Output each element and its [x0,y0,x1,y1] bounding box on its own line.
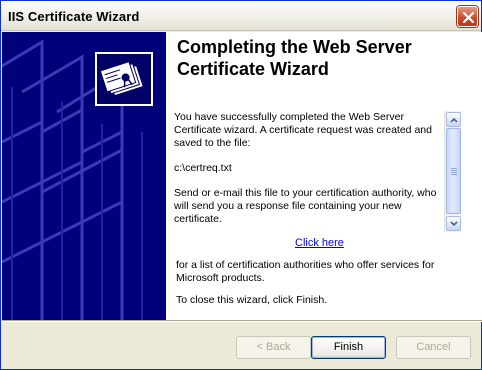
wizard-banner [2,32,166,320]
certificate-file-path: c:\certreq.txt [174,162,232,174]
title-bar[interactable]: IIS Certificate Wizard [1,1,481,31]
close-instruction: To close this wizard, click Finish. [176,294,328,306]
back-button[interactable]: < Back [236,336,311,359]
page-title: Completing the Web Server Certificate Wi… [177,36,457,80]
scroll-grip [451,172,457,173]
finish-button[interactable]: Finish [311,336,386,359]
wizard-window: IIS Certificate Wizard Completing the We… [0,0,482,370]
window-title: IIS Certificate Wizard [8,9,140,24]
scroll-grip [451,170,457,171]
page-title-line2: Certificate Wizard [177,59,329,79]
message-paragraph-2: Send or e-mail this file to your certifi… [174,187,437,225]
cancel-button[interactable]: Cancel [396,336,471,359]
page-title-line1: Completing the Web Server [177,37,412,57]
close-button[interactable] [457,6,478,27]
scroll-thumb[interactable] [446,128,461,214]
chevron-up-icon [450,117,458,123]
ca-list-description: for a list of certification authorities … [176,259,435,284]
chevron-down-icon [450,221,458,227]
button-separator [2,320,482,322]
scroll-down-button[interactable] [446,216,461,231]
certificate-icon [95,52,153,106]
scroll-up-button[interactable] [446,112,461,127]
scroll-grip [451,174,457,175]
message-scrollbar[interactable] [444,111,461,232]
message-textbox[interactable]: You have successfully completed the Web … [174,111,462,232]
message-text: You have successfully completed the Web … [174,111,442,238]
wizard-content: Completing the Web Server Certificate Wi… [166,32,482,320]
close-icon [462,11,475,24]
ca-list-link[interactable]: Click here [295,237,344,249]
message-paragraph-1: You have successfully completed the Web … [174,111,432,149]
scroll-grip [451,168,457,169]
